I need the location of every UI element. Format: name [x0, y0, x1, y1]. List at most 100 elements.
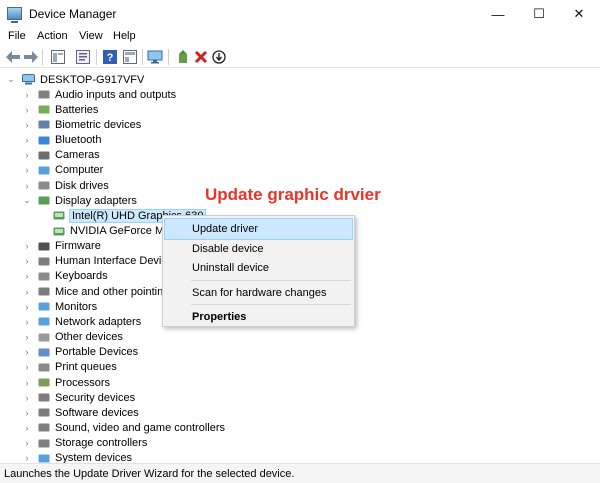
tree-category-label: Biometric devices: [55, 118, 142, 131]
context-menu-item-scan-for-hardware-changes[interactable]: Scan for hardware changes: [165, 283, 352, 303]
chevron-right-icon[interactable]: ›: [22, 241, 32, 251]
chevron-right-icon[interactable]: ›: [22, 135, 32, 145]
chevron-right-icon[interactable]: ›: [22, 302, 32, 312]
chevron-down-icon[interactable]: ⌄: [6, 74, 16, 85]
tree-category[interactable]: › Biometric devices: [0, 117, 300, 132]
tree-category[interactable]: › Audio inputs and outputs: [0, 87, 300, 102]
tree-category-label: Display adapters: [55, 194, 137, 207]
device-manager-window: Device Manager — ☐ ✕ File Action View He…: [0, 0, 600, 483]
annotation-text: Update graphic drvier: [205, 185, 381, 204]
close-button[interactable]: ✕: [562, 0, 596, 28]
disk-drive-icon: [38, 181, 50, 190]
tree-category-label: Other devices: [55, 331, 123, 344]
chevron-right-icon[interactable]: ›: [22, 165, 32, 175]
context-menu-separator: [191, 279, 351, 281]
tree-category-label: Sound, video and game controllers: [55, 421, 225, 434]
context-menu-item-disable-device[interactable]: Disable device: [165, 239, 352, 259]
chevron-right-icon[interactable]: ›: [22, 408, 32, 418]
computer-icon: [22, 74, 35, 85]
biometric-icon: [38, 120, 50, 129]
context-menu-item-properties[interactable]: Properties: [165, 307, 352, 327]
monitor-scan-icon[interactable]: [147, 49, 163, 65]
chevron-right-icon[interactable]: ›: [22, 378, 32, 388]
tree-root-label: DESKTOP-G917VFV: [40, 73, 145, 86]
tree-category-label: Keyboards: [55, 270, 108, 283]
window-title: Device Manager: [29, 7, 117, 21]
maximize-button[interactable]: ☐: [522, 0, 556, 28]
tree-category[interactable]: › System devices: [0, 451, 300, 463]
chevron-right-icon[interactable]: ›: [22, 271, 32, 281]
minimize-button[interactable]: —: [481, 0, 515, 28]
tree-category[interactable]: › Processors: [0, 375, 300, 390]
context-menu-item-update-driver[interactable]: Update driver: [164, 218, 353, 240]
chevron-right-icon[interactable]: ›: [22, 438, 32, 448]
tree-category[interactable]: › Sound, video and game controllers: [0, 420, 300, 435]
tree-category[interactable]: › Batteries: [0, 102, 300, 117]
firmware-icon: [38, 242, 50, 251]
chevron-right-icon[interactable]: ›: [22, 120, 32, 130]
chevron-right-icon[interactable]: ›: [22, 347, 32, 357]
chevron-right-icon[interactable]: ›: [22, 181, 32, 191]
chevron-right-icon[interactable]: ›: [22, 423, 32, 433]
tree-category-label: Mice and other pointing: [55, 285, 170, 298]
chevron-right-icon[interactable]: ›: [22, 150, 32, 160]
download-icon[interactable]: [211, 49, 227, 65]
toolbar-separator: [142, 49, 143, 65]
menu-view[interactable]: View: [79, 30, 103, 42]
chevron-right-icon[interactable]: ›: [22, 256, 32, 266]
view-icon[interactable]: [122, 49, 138, 65]
tree-category-label: Security devices: [55, 391, 136, 404]
context-menu: Update driver Disable device Uninstall dev…: [162, 215, 355, 327]
menu-file[interactable]: File: [8, 30, 26, 42]
back-arrow-icon[interactable]: [5, 49, 21, 65]
help-icon[interactable]: ?: [102, 49, 118, 65]
show-hide-tree-icon[interactable]: [50, 49, 66, 65]
svg-text:?: ?: [107, 52, 114, 64]
chevron-right-icon[interactable]: ›: [22, 105, 32, 115]
tree-category[interactable]: › Print queues: [0, 360, 300, 375]
tree-category[interactable]: › Storage controllers: [0, 436, 300, 451]
computer-icon: [38, 166, 50, 175]
chevron-right-icon[interactable]: ›: [22, 362, 32, 372]
tree-category[interactable]: › Bluetooth: [0, 133, 300, 148]
forward-arrow-icon[interactable]: [23, 49, 39, 65]
system-devices-icon: [38, 454, 50, 463]
uninstall-icon[interactable]: [193, 49, 209, 65]
chevron-right-icon[interactable]: ›: [22, 393, 32, 403]
toolbar: ?: [0, 46, 600, 68]
security-device-icon: [38, 393, 50, 402]
tree-category[interactable]: › Cameras: [0, 148, 300, 163]
tree-category-label: Monitors: [55, 300, 98, 313]
battery-icon: [38, 105, 50, 114]
tree-category-label: Processors: [55, 376, 111, 389]
tree-category[interactable]: › Other devices: [0, 330, 300, 345]
display-adapter-icon: [38, 196, 50, 205]
menu-action[interactable]: Action: [37, 30, 68, 42]
network-adapter-icon: [38, 317, 50, 326]
storage-controller-icon: [38, 439, 50, 448]
chevron-right-icon[interactable]: ›: [22, 287, 32, 297]
keyboard-icon: [38, 272, 50, 281]
title-bar[interactable]: Device Manager — ☐ ✕: [0, 0, 600, 28]
tree-category[interactable]: › Software devices: [0, 405, 300, 420]
display-adapter-icon: [53, 211, 65, 220]
display-adapter-icon: [53, 227, 65, 235]
tree-root[interactable]: ⌄ DESKTOP-G917VFV: [0, 72, 300, 87]
chevron-down-icon[interactable]: ⌄: [22, 195, 32, 206]
chevron-right-icon[interactable]: ›: [22, 332, 32, 342]
tree-category[interactable]: › Portable Devices: [0, 345, 300, 360]
chevron-right-icon[interactable]: ›: [22, 317, 32, 327]
add-driver-icon[interactable]: [175, 49, 191, 65]
tree-category[interactable]: › Computer: [0, 163, 300, 178]
tree-category-label: Portable Devices: [55, 346, 139, 359]
context-menu-item-uninstall-device[interactable]: Uninstall device: [165, 258, 352, 278]
hid-icon: [38, 257, 50, 266]
tree-category-label: Batteries: [55, 103, 99, 116]
tree-category[interactable]: › Security devices: [0, 390, 300, 405]
monitor-icon: [38, 302, 50, 311]
chevron-right-icon[interactable]: ›: [22, 453, 32, 463]
menu-help[interactable]: Help: [113, 30, 136, 42]
chevron-right-icon[interactable]: ›: [22, 90, 32, 100]
properties-icon[interactable]: [75, 49, 91, 65]
device-manager-app-icon: [7, 7, 22, 23]
